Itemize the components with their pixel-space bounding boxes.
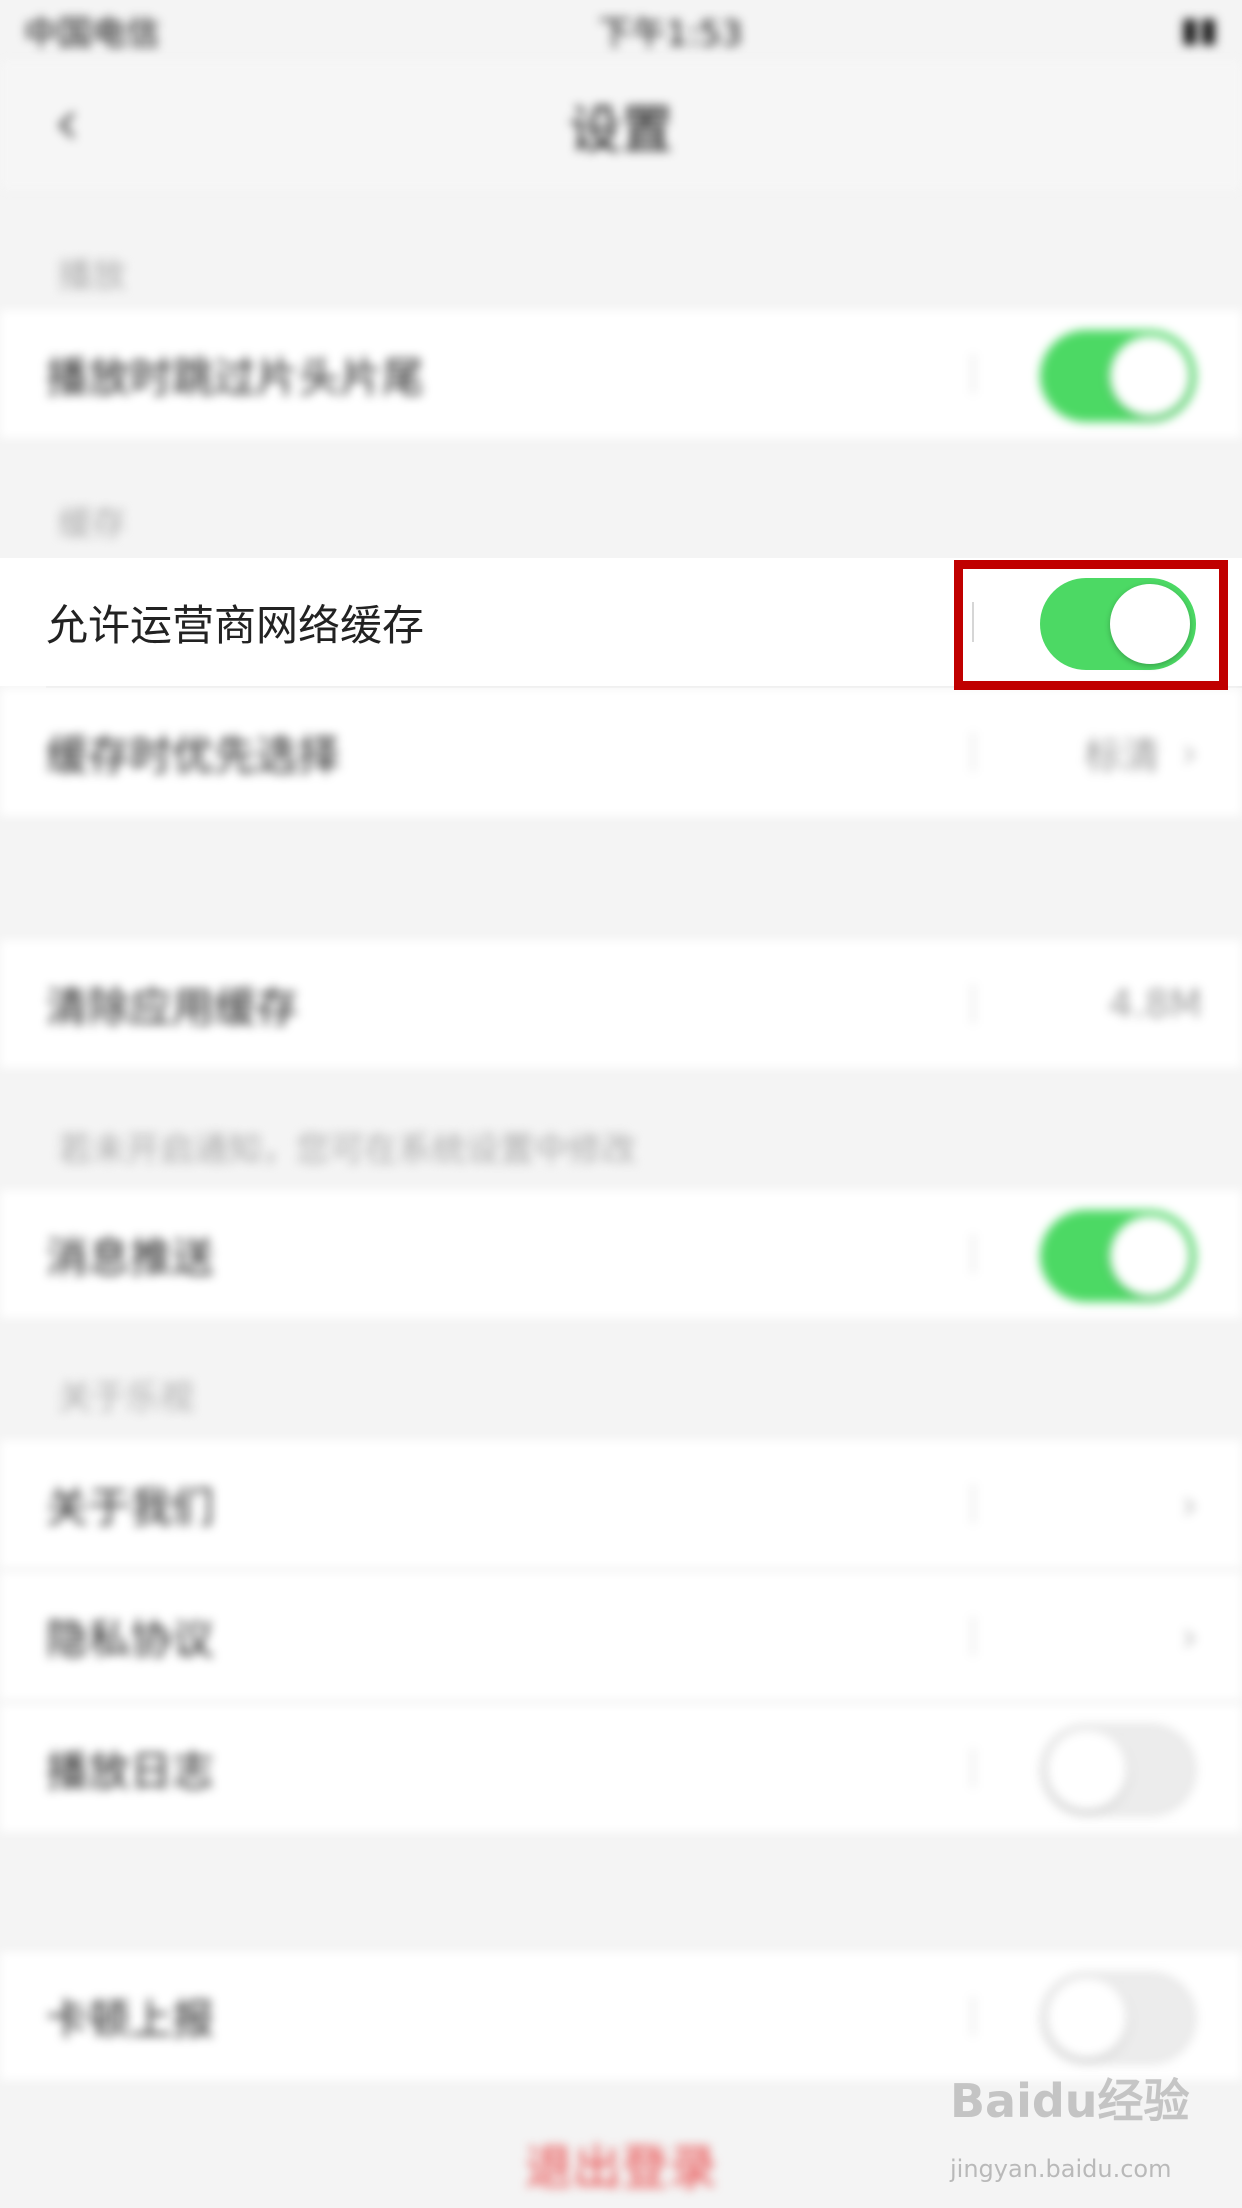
- row-value: 4.8M: [1108, 982, 1202, 1026]
- watermark-logo: Baidu经验: [950, 2074, 1190, 2128]
- highlight-annotation: [954, 560, 1228, 690]
- row-label: 播放时跳过片头片尾: [46, 352, 425, 402]
- status-bar: 中国电信 下午1:53 ▮▮: [0, 0, 1242, 60]
- row-divider: [972, 1234, 974, 1274]
- battery-icon: ▮▮: [1180, 10, 1218, 50]
- play-log-toggle[interactable]: [1040, 1724, 1196, 1816]
- toggle-knob: [1047, 1978, 1127, 2058]
- row-label: 隐私协议: [46, 1614, 215, 1664]
- row-divider: [972, 1484, 974, 1524]
- row-skip-intro[interactable]: 播放时跳过片头片尾: [0, 310, 1242, 438]
- nav-bar: ‹ 设置: [0, 60, 1242, 190]
- toggle-knob: [1110, 336, 1190, 416]
- row-value: 标清: [1083, 733, 1160, 778]
- row-divider: [972, 1616, 974, 1656]
- carrier-label: 中国电信: [24, 13, 160, 54]
- row-about-us[interactable]: 关于我们 ›: [0, 1440, 1242, 1568]
- section-header-cache: 缓存: [58, 504, 126, 544]
- lag-report-toggle[interactable]: [1040, 1972, 1196, 2064]
- row-label: 缓存时优先选择: [46, 730, 341, 780]
- row-cache-priority[interactable]: 缓存时优先选择 标清 ›: [0, 688, 1242, 816]
- toggle-knob: [1110, 1216, 1190, 1296]
- page-title: 设置: [568, 100, 673, 161]
- push-toggle[interactable]: [1040, 1210, 1196, 1302]
- section-header-notify: 若未开启通知，您可在系统设置中修改: [58, 1130, 636, 1170]
- row-privacy[interactable]: 隐私协议 ›: [0, 1572, 1242, 1700]
- row-label: 消息推送: [46, 1232, 215, 1282]
- row-play-log[interactable]: 播放日志: [0, 1704, 1242, 1832]
- row-divider: [972, 732, 974, 772]
- watermark-url: jingyan.baidu.com: [950, 2155, 1172, 2183]
- row-divider: [972, 1748, 974, 1788]
- row-label: 清除应用缓存: [46, 982, 299, 1032]
- status-time: 下午1:53: [598, 13, 743, 54]
- row-divider: [972, 354, 974, 394]
- back-chevron-icon[interactable]: ‹: [54, 91, 104, 155]
- chevron-right-icon: ›: [1181, 1479, 1198, 1529]
- section-header-about: 关于乐视: [58, 1378, 194, 1418]
- row-clear-cache[interactable]: 清除应用缓存 4.8M: [0, 940, 1242, 1068]
- row-lag-report[interactable]: 卡顿上报: [0, 1952, 1242, 2080]
- chevron-right-icon: ›: [1181, 1611, 1198, 1661]
- chevron-right-icon: ›: [1181, 727, 1198, 777]
- row-divider: [972, 1996, 974, 2036]
- row-label: 卡顿上报: [46, 1994, 215, 2044]
- row-label: 关于我们: [46, 1482, 215, 1532]
- skip-intro-toggle[interactable]: [1040, 330, 1196, 422]
- row-push[interactable]: 消息推送: [0, 1190, 1242, 1318]
- row-divider: [972, 984, 974, 1024]
- row-label: 允许运营商网络缓存: [46, 600, 425, 650]
- toggle-knob: [1047, 1730, 1127, 1810]
- section-header-play: 播放: [58, 256, 126, 296]
- row-label: 播放日志: [46, 1746, 215, 1796]
